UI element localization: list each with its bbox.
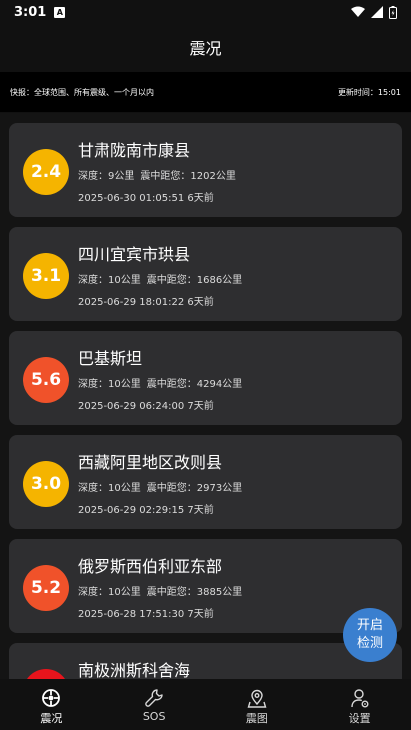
magnitude-badge: 3.1	[23, 253, 69, 299]
status-icons	[351, 5, 397, 19]
tab-sos[interactable]: SOS	[103, 679, 206, 730]
magnitude-badge: 5.2	[23, 565, 69, 611]
earthquake-card[interactable]: 3.0 西藏阿里地区改则县深度：10公里 震中距您：2973公里 2025-06-29…	[9, 435, 402, 529]
location-name: 南极洲斯科舍海	[78, 661, 191, 679]
magnitude-badge: 5.6	[23, 357, 69, 403]
signal-icon	[371, 6, 383, 18]
magnitude-badge: 2.4	[23, 149, 69, 195]
app-header: 震况	[0, 24, 411, 70]
tab-label: 设置	[348, 712, 371, 725]
location-name: 巴基斯坦	[78, 349, 143, 368]
distance-value: 2973公里	[196, 483, 243, 494]
distance-label: 震中距您：	[146, 587, 197, 598]
distance-label: 震中距您：	[146, 379, 197, 390]
earthquake-card[interactable]: 2.4 甘肃陇南市康县深度：9公里 震中距您：1202公里 2025-06-30 01…	[9, 123, 402, 217]
tab-map[interactable]: 震图	[206, 679, 309, 730]
fab-label-line1: 开启	[356, 618, 383, 633]
distance-label: 震中距您：	[146, 483, 197, 494]
tab-label: SOS	[142, 710, 166, 723]
location-name: 甘肃陇南市康县	[78, 141, 191, 160]
tab-settings[interactable]: 设置	[308, 679, 411, 730]
crosshair-icon	[42, 689, 61, 707]
distance-value: 4294公里	[196, 379, 243, 390]
location-name: 西藏阿里地区改则县	[78, 453, 223, 472]
distance-value: 1686公里	[196, 275, 243, 286]
tab-label: 震图	[245, 712, 268, 725]
map-pin-icon	[247, 689, 267, 708]
depth-value: 10公里	[108, 379, 141, 390]
distance-value: 3885公里	[196, 587, 243, 598]
tab-label: 震况	[40, 712, 63, 725]
depth-label: 深度：	[78, 587, 108, 598]
quake-meta: 深度：10公里 震中距您：1686公里	[78, 271, 248, 286]
quake-meta: 深度：10公里 震中距您：2973公里	[78, 479, 248, 494]
depth-label: 深度：	[78, 379, 108, 390]
quake-time: 2025-06-30 01:05:51 6天前	[78, 193, 214, 204]
depth-value: 10公里	[108, 275, 141, 286]
earthquake-list[interactable]: 2.4 甘肃陇南市康县 深度：9公里 震中距您：1202公里 2025-06-30 01…	[0, 113, 411, 679]
depth-label: 深度：	[78, 171, 108, 182]
page-title: 震况	[189, 39, 222, 58]
wrench-icon	[145, 689, 163, 707]
earthquake-card[interactable]: 5.6 巴基斯坦深度：10公里 震中距您：4294公里 2025-06-29 06:2…	[9, 331, 402, 425]
filter-summary: 快报：全球范围、所有震级、一个月以内	[10, 87, 154, 97]
magnitude-badge	[23, 669, 69, 679]
earthquake-card[interactable]: 3.1 四川宜宾市珙县深度：10公里 震中距您：1686公里 2025-06-29 1…	[9, 227, 402, 321]
quake-time: 2025-06-29 18:01:22 6天前	[78, 297, 214, 308]
depth-label: 深度：	[78, 483, 108, 494]
distance-label: 震中距您：	[146, 275, 197, 286]
status-time: 3:01	[14, 4, 47, 20]
earthquake-card[interactable]: 5.2 俄罗斯西伯利亚东部深度：10公里 震中距您：3885公里 2025-06-28…	[9, 539, 402, 633]
notification-icon: A	[54, 6, 66, 18]
depth-label: 深度：	[78, 275, 108, 286]
fab-label-line2: 检测	[356, 636, 383, 651]
magnitude-badge: 3.0	[23, 461, 69, 507]
depth-value: 10公里	[108, 587, 141, 598]
distance-value: 1202公里	[190, 171, 236, 182]
quake-time: 2025-06-29 02:29:15 7天前	[78, 505, 214, 516]
distance-label: 震中距您：	[140, 171, 191, 182]
quake-time: 2025-06-28 17:51:30 7天前	[78, 609, 214, 620]
earthquake-card[interactable]: 南极洲斯科舍海	[9, 643, 402, 679]
depth-value: 9公里	[108, 171, 135, 182]
location-name: 四川宜宾市珙县	[78, 245, 191, 264]
depth-value: 10公里	[108, 483, 141, 494]
battery-icon	[389, 5, 397, 19]
quake-meta: 深度：10公里 震中距您：4294公里	[78, 375, 248, 390]
info-strip: 快报：全球范围、所有震级、一个月以内 更新时间：15:01	[0, 72, 411, 112]
quake-meta: 深度：9公里 震中距您：1202公里	[78, 167, 242, 182]
user-gear-icon	[350, 689, 369, 708]
bottom-tab-bar: 震况 SOS 震图 设置	[0, 679, 411, 730]
location-name: 俄罗斯西伯利亚东部	[78, 557, 223, 576]
quake-meta: 深度：10公里 震中距您：3885公里	[78, 583, 248, 598]
tab-quake[interactable]: 震况	[0, 679, 103, 730]
wifi-icon	[351, 6, 365, 17]
quake-time: 2025-06-29 06:24:00 7天前	[78, 401, 214, 412]
status-bar: 3:01 A	[0, 0, 411, 24]
start-detection-button[interactable]: 开启 检测	[343, 608, 397, 662]
update-time: 更新时间：15:01	[337, 87, 401, 97]
